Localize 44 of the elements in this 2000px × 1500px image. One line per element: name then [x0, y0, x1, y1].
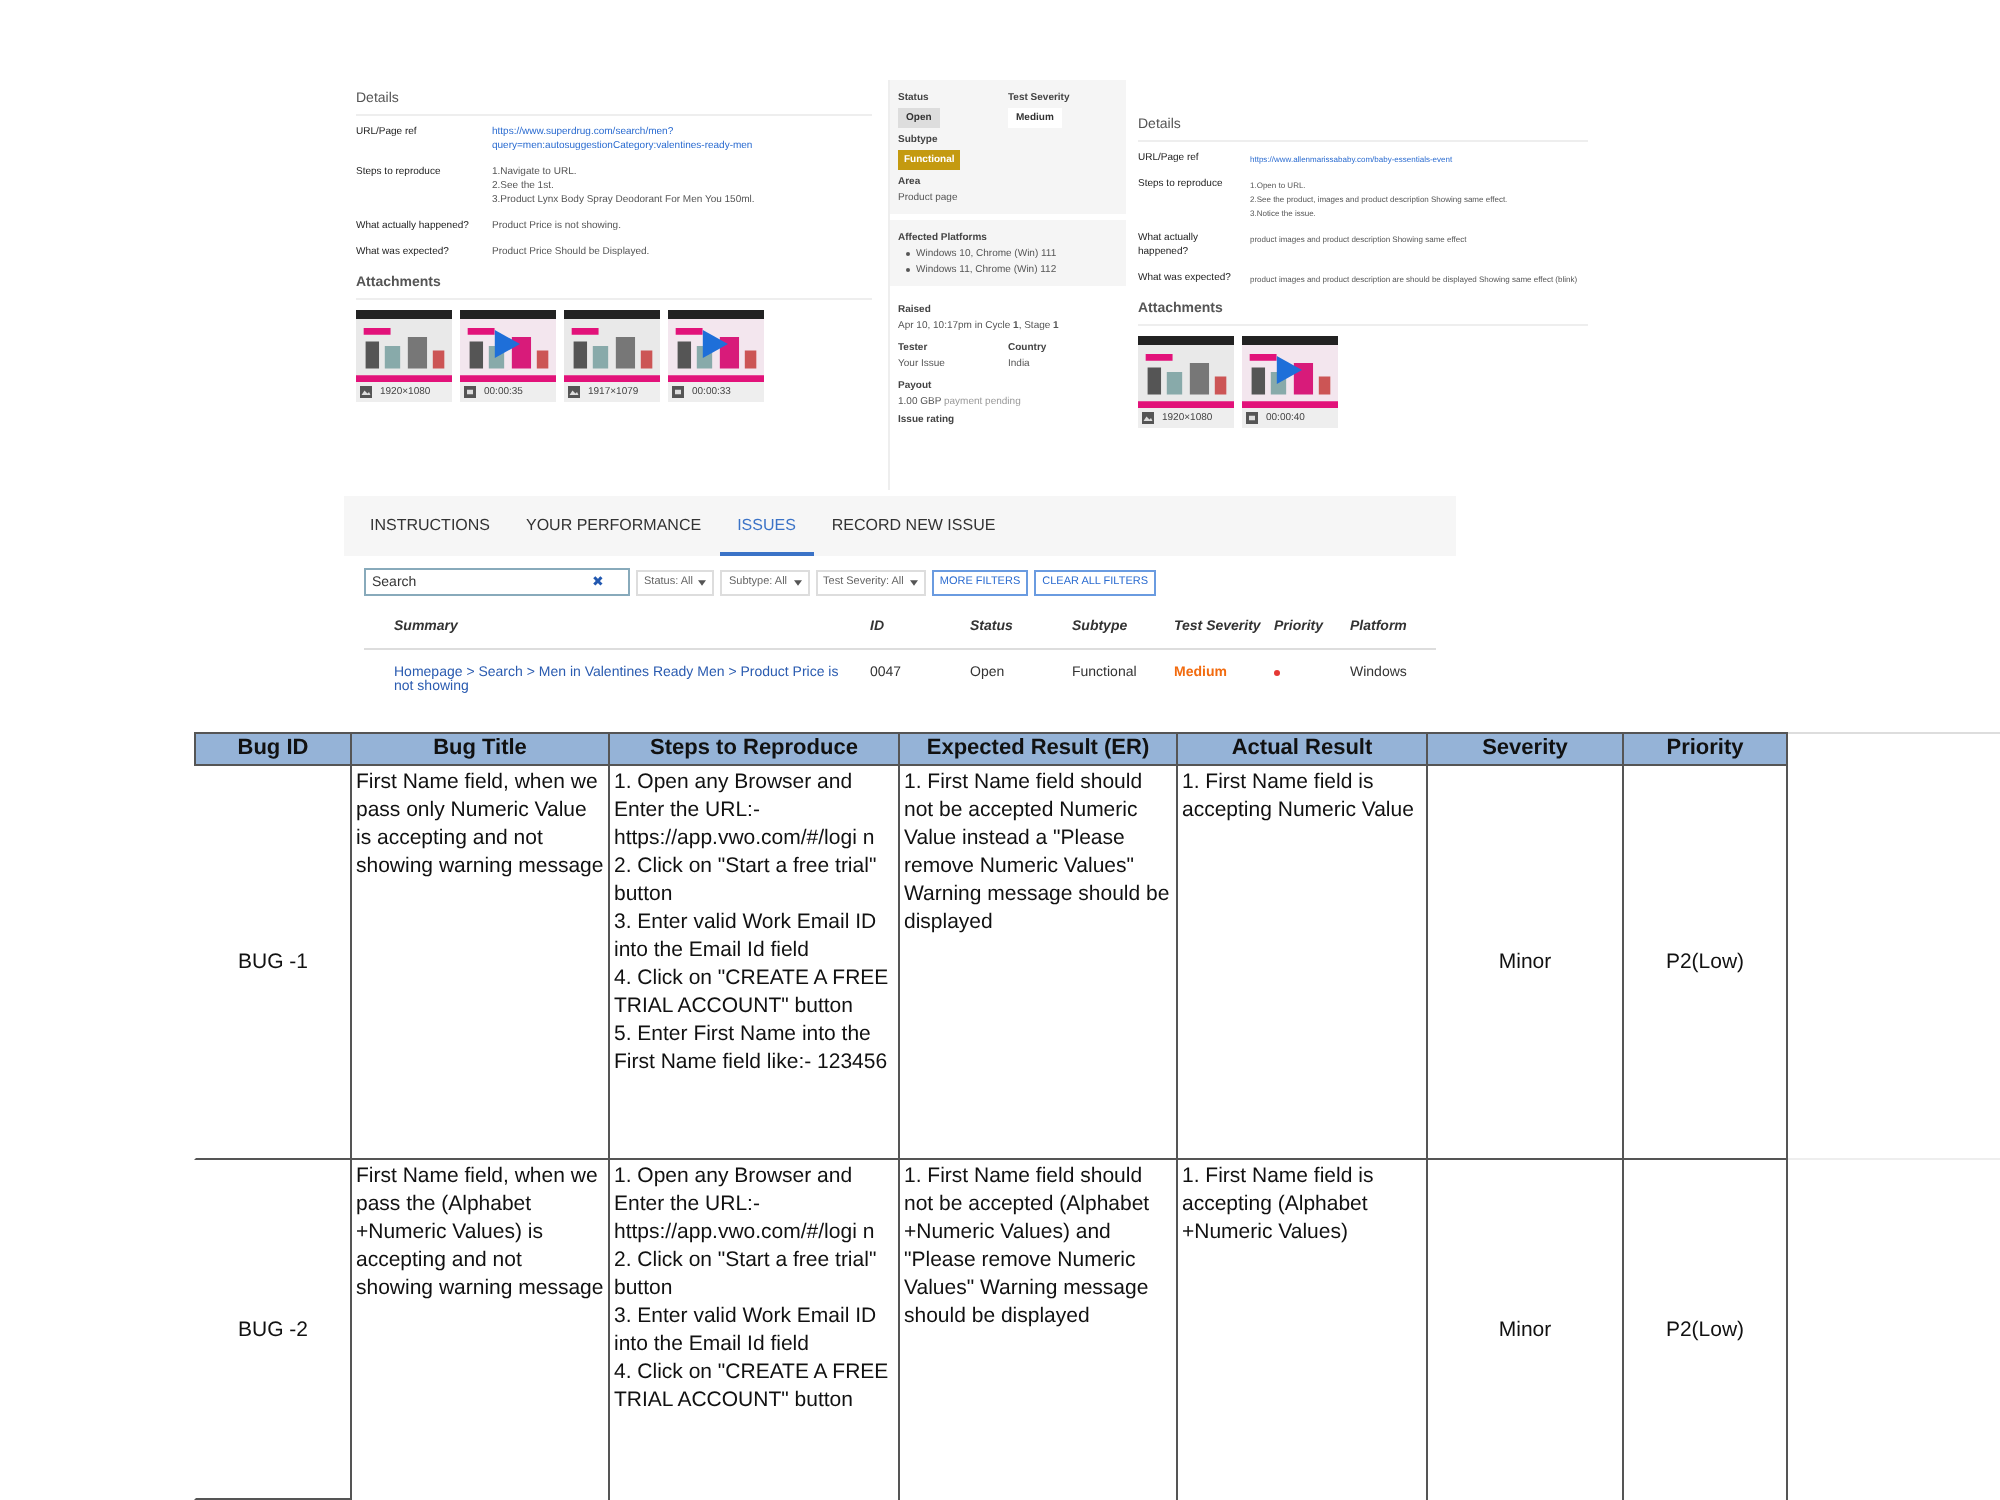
tab[interactable]: INSTRUCTIONS	[352, 496, 508, 556]
table-cell: P2(Low)	[1624, 1160, 1788, 1500]
column-header: Steps to Reproduce	[610, 732, 900, 766]
step-text: 5. Enter First Name into the First Name field like:- 123456	[614, 1020, 890, 1076]
caret-icon	[909, 579, 918, 585]
table-cell: P2(Low)	[1624, 766, 1788, 1160]
image-icon	[1142, 412, 1154, 424]
table-cell: BUG -2	[194, 1160, 352, 1500]
play-icon[interactable]	[1274, 356, 1302, 384]
table-cell: First Name field, when we pass the (Alphabet +Numeric Values) is accepting and not showing warning message	[352, 1160, 610, 1500]
table-cell: 1. First Name field should not be accepted (Alphabet +Numeric Values) and "Please remove Numeric Values" Warning message should be displayed	[900, 1160, 1178, 1500]
tab[interactable]: RECORD NEW ISSUE	[813, 496, 1014, 556]
table-cell: 1. First Name field is accepting Numeric Value	[1178, 766, 1428, 1160]
table-cell: BUG -1	[194, 766, 352, 1160]
table-cell: First Name field, when we pass only Numeric Value is accepting and not showing warning message	[352, 766, 610, 1160]
table-cell: Minor	[1428, 1160, 1624, 1500]
video-icon	[672, 386, 684, 398]
image-icon	[568, 386, 580, 398]
play-icon[interactable]	[700, 330, 728, 358]
step-text: 1. Open any Browser and Enter the URL:- https://app.vwo.com/#/logi n	[614, 768, 877, 852]
tab[interactable]: YOUR PERFORMANCE	[508, 496, 720, 556]
caret-icon	[793, 579, 802, 585]
step-text: 3. Enter valid Work Email ID into the Email Id field	[614, 1302, 879, 1358]
step-text: 4. Click on "CREATE A FREE TRIAL ACCOUNT" button	[614, 964, 891, 1020]
step-text: 3. Enter valid Work Email ID into the Email Id field	[614, 908, 879, 964]
play-icon[interactable]	[492, 330, 520, 358]
caret-icon	[698, 579, 707, 585]
step-text: 2. Click on "Start a free trial" button	[614, 852, 879, 908]
column-header: Severity	[1428, 732, 1624, 766]
column-header: Expected Result (ER)	[900, 732, 1178, 766]
table-cell: 1. First Name field is accepting (Alphabet +Numeric Values)	[1178, 1160, 1428, 1500]
column-header: Bug ID	[194, 732, 352, 766]
table-cell: 1. First Name field should not be accepted Numeric Value instead a "Please remove Numeric Values" Warning message should be displayed	[900, 766, 1178, 1160]
column-header: Bug Title	[352, 732, 610, 766]
tab[interactable]: ISSUES	[719, 496, 814, 556]
column-header: Actual Result	[1178, 732, 1428, 766]
table-cell: Minor	[1428, 766, 1624, 1160]
step-text: 4. Click on "CREATE A FREE TRIAL ACCOUNT" button	[614, 1358, 891, 1414]
video-icon	[1246, 412, 1258, 424]
step-text: 1. Open any Browser and Enter the URL:- https://app.vwo.com/#/logi n	[614, 1162, 877, 1246]
column-header: Priority	[1624, 732, 1788, 766]
video-icon	[464, 386, 476, 398]
step-text: 2. Click on "Start a free trial" button	[614, 1246, 879, 1302]
image-icon	[360, 386, 372, 398]
